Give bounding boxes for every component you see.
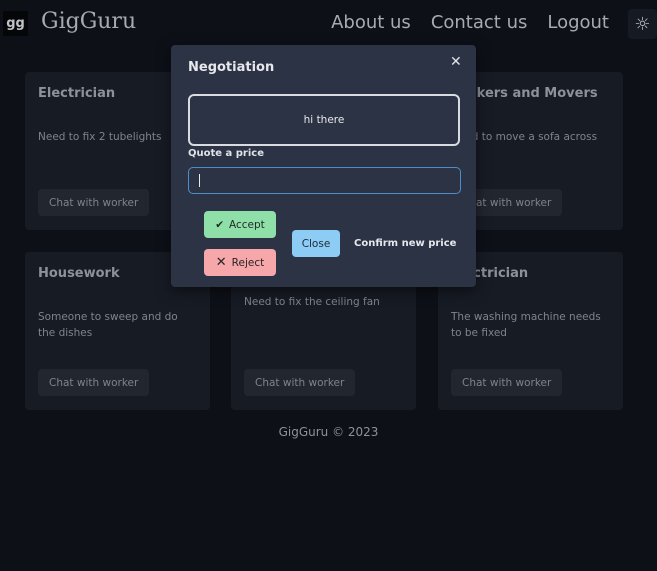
navbar: gg GigGuru About us Contact us Logout ☼: [0, 0, 657, 50]
text-caret: [199, 174, 200, 187]
sun-icon: ☼: [634, 13, 651, 35]
accept-button[interactable]: ✔ Accept: [204, 211, 276, 238]
close-icon[interactable]: ✕: [450, 54, 462, 70]
negotiation-modal: Negotiation ✕ hi there Quote a price ✔ Ac…: [171, 45, 476, 287]
nav-contact-us[interactable]: Contact us: [431, 12, 528, 33]
job-description: The washing machine needs to be fixed: [451, 311, 601, 339]
nav-logout[interactable]: Logout: [547, 12, 609, 33]
job-description: Someone to sweep and do the dishes: [38, 311, 178, 339]
message-box: hi there: [188, 94, 460, 146]
modal-title: Negotiation: [188, 60, 275, 75]
theme-toggle-button[interactable]: ☼: [628, 9, 657, 39]
job-description: Need to fix the ceiling fan: [244, 296, 380, 308]
check-icon: ✔: [215, 218, 224, 231]
confirm-new-price-button[interactable]: Confirm new price: [354, 230, 456, 257]
brand-name[interactable]: GigGuru: [41, 9, 136, 34]
footer: GigGuru © 2023: [278, 425, 379, 439]
chat-with-worker-button[interactable]: Chat with worker: [38, 369, 150, 396]
reject-label: Reject: [231, 256, 265, 269]
logo[interactable]: gg: [3, 11, 28, 36]
quote-price-input[interactable]: [188, 167, 461, 194]
chat-with-worker-button[interactable]: Chat with worker: [451, 369, 563, 396]
close-button[interactable]: Close: [292, 230, 340, 257]
reject-button[interactable]: ✕ Reject: [204, 249, 276, 276]
x-icon: ✕: [215, 255, 227, 270]
chat-with-worker-button[interactable]: Chat with worker: [244, 369, 356, 396]
accept-label: Accept: [229, 218, 265, 231]
chat-with-worker-button[interactable]: Chat with worker: [38, 189, 150, 216]
nav-about-us[interactable]: About us: [331, 12, 411, 33]
quote-label: Quote a price: [188, 148, 264, 159]
